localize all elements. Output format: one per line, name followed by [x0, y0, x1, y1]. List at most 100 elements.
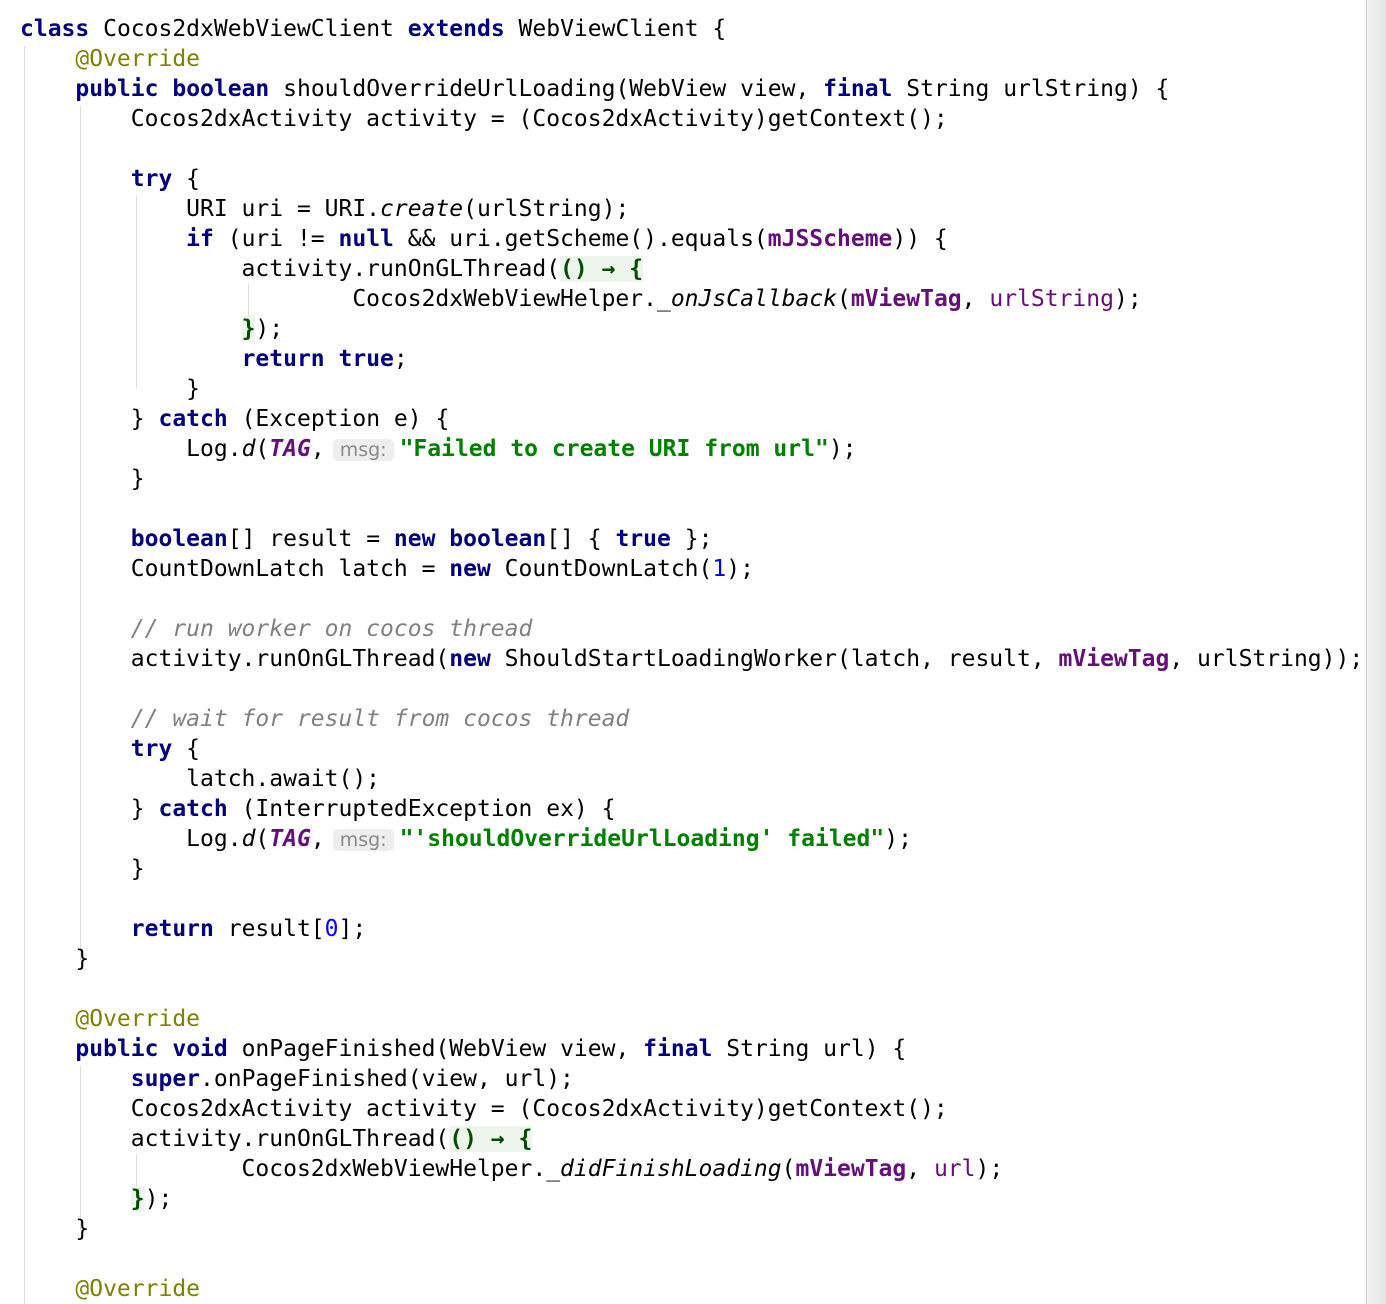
- code-line[interactable]: }: [20, 854, 1363, 884]
- lambda-fold-marker[interactable]: }: [241, 316, 256, 342]
- keyword-token: new: [393, 526, 436, 552]
- code-editor[interactable]: class Cocos2dxWebViewClient extends WebV…: [0, 0, 1366, 1304]
- code-token: ,: [310, 826, 325, 852]
- code-token: activity.runOnGLThread(: [20, 646, 450, 672]
- code-line[interactable]: // wait for result from cocos thread: [20, 704, 1363, 734]
- code-token: ,: [906, 1156, 934, 1182]
- code-text-area[interactable]: class Cocos2dxWebViewClient extends WebV…: [20, 14, 1363, 1304]
- code-token: Log.: [20, 436, 242, 462]
- code-token: (Exception e) {: [227, 406, 450, 432]
- annotation-token: @Override: [75, 1006, 201, 1032]
- code-line[interactable]: CountDownLatch latch = new CountDownLatc…: [20, 554, 1363, 584]
- code-line[interactable]: boolean[] result = new boolean[] { true …: [20, 524, 1363, 554]
- code-line[interactable]: [20, 974, 1363, 1004]
- code-line[interactable]: [20, 134, 1363, 164]
- keyword-token: new: [449, 556, 491, 582]
- code-token: );: [828, 436, 857, 462]
- code-line[interactable]: if (uri != null && uri.getScheme().equal…: [20, 224, 1363, 254]
- keyword-token: extends: [407, 16, 505, 42]
- code-line[interactable]: } catch (InterruptedException ex) {: [20, 794, 1363, 824]
- code-line[interactable]: [20, 584, 1363, 614]
- code-line[interactable]: activity.runOnGLThread(() → {: [20, 254, 1363, 284]
- code-line[interactable]: try {: [20, 164, 1363, 194]
- code-line[interactable]: [20, 674, 1363, 704]
- code-line[interactable]: }: [20, 374, 1363, 404]
- lambda-fold-marker[interactable]: () → {: [449, 1126, 533, 1152]
- keyword-token: public: [75, 1036, 159, 1062]
- keyword-token: null: [338, 226, 394, 252]
- code-line[interactable]: } catch (Exception e) {: [20, 404, 1363, 434]
- keyword-token: public: [75, 76, 159, 102]
- code-token: );: [1113, 286, 1142, 312]
- number-literal: 0: [324, 916, 339, 942]
- code-token: latch.await();: [20, 766, 381, 792]
- code-line[interactable]: public void onPageFinished(WebView view,…: [20, 1034, 1363, 1064]
- code-line[interactable]: Log.d(TAG, msg: "'shouldOverrideUrlLoading…: [20, 824, 1363, 854]
- lambda-fold-marker[interactable]: }: [130, 1186, 145, 1212]
- code-line[interactable]: try {: [20, 734, 1363, 764]
- code-line[interactable]: [20, 884, 1363, 914]
- code-line[interactable]: }: [20, 1214, 1363, 1244]
- lambda-fold-marker[interactable]: () → {: [560, 256, 644, 282]
- code-line[interactable]: [20, 1244, 1363, 1274]
- code-line[interactable]: return true;: [20, 344, 1363, 374]
- code-line[interactable]: latch.await();: [20, 764, 1363, 794]
- code-token: String url) {: [712, 1036, 907, 1062]
- keyword-token: boolean: [172, 76, 270, 102]
- code-line[interactable]: });: [20, 314, 1363, 344]
- code-token: (: [837, 286, 851, 312]
- code-line[interactable]: super.onPageFinished(view, url);: [20, 1064, 1363, 1094]
- code-token: Cocos2dxWebViewHelper.: [20, 286, 657, 312]
- vertical-scrollbar[interactable]: [1366, 0, 1386, 1304]
- parameter-token: urlString: [989, 286, 1114, 312]
- field-token: mViewTag: [850, 286, 962, 312]
- keyword-token: super: [130, 1066, 201, 1092]
- code-line[interactable]: activity.runOnGLThread(new ShouldStartLo…: [20, 644, 1363, 674]
- code-token: Log.: [20, 826, 242, 852]
- code-line[interactable]: @Override: [20, 44, 1363, 74]
- code-token: Cocos2dxActivity activity = (Cocos2dxAct…: [20, 106, 948, 132]
- code-line[interactable]: }: [20, 944, 1363, 974]
- code-line[interactable]: });: [20, 1184, 1363, 1214]
- code-token: , urlString));: [1169, 646, 1364, 672]
- code-token: Cocos2dxActivity activity = (Cocos2dxAct…: [20, 1096, 948, 1122]
- code-token: }: [20, 1216, 90, 1242]
- method-call-token: d: [241, 436, 256, 462]
- method-call-token: _didFinishLoading: [546, 1156, 782, 1182]
- code-line[interactable]: Cocos2dxWebViewHelper._onJsCallback(mVie…: [20, 284, 1363, 314]
- code-token: {: [172, 166, 201, 192]
- code-token: activity.runOnGLThread(: [20, 1126, 450, 1152]
- code-line[interactable]: public boolean shouldOverrideUrlLoading(…: [20, 74, 1363, 104]
- code-line[interactable]: [20, 494, 1363, 524]
- code-token: }: [20, 946, 90, 972]
- code-token: }: [20, 796, 159, 822]
- code-line[interactable]: // run worker on cocos thread: [20, 614, 1363, 644]
- code-line[interactable]: Log.d(TAG, msg: "Failed to create URI from…: [20, 434, 1363, 464]
- code-line[interactable]: return result[0];: [20, 914, 1363, 944]
- string-literal: "Failed to create URI from url": [399, 436, 829, 462]
- code-line[interactable]: Cocos2dxActivity activity = (Cocos2dxAct…: [20, 104, 1363, 134]
- code-line[interactable]: URI uri = URI.create(urlString);: [20, 194, 1363, 224]
- field-token: mViewTag: [1058, 646, 1170, 672]
- code-line[interactable]: @Override: [20, 1004, 1363, 1034]
- code-line[interactable]: Cocos2dxActivity activity = (Cocos2dxAct…: [20, 1094, 1363, 1124]
- code-line[interactable]: activity.runOnGLThread(() → {: [20, 1124, 1363, 1154]
- code-line[interactable]: Cocos2dxWebViewHelper._didFinishLoading(…: [20, 1154, 1363, 1184]
- code-token: onPageFinished(WebView view,: [227, 1036, 644, 1062]
- code-line[interactable]: }: [20, 464, 1363, 494]
- code-token: );: [726, 556, 754, 582]
- code-line[interactable]: class Cocos2dxWebViewClient extends WebV…: [20, 14, 1363, 44]
- keyword-token: class: [20, 16, 90, 42]
- code-line[interactable]: @Override: [20, 1274, 1363, 1304]
